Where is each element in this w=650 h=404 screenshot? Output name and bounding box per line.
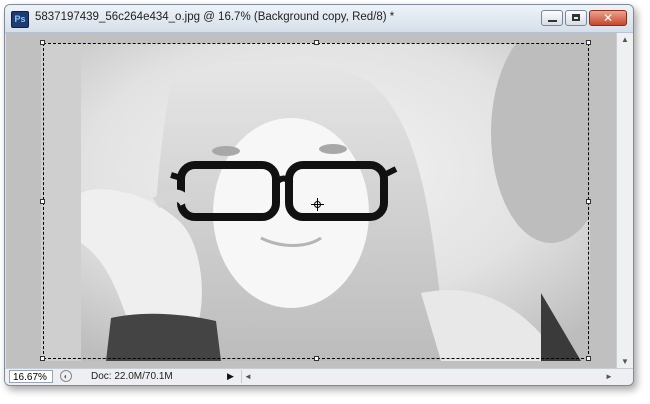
transform-handle[interactable]: [586, 356, 591, 361]
transform-handle[interactable]: [40, 356, 45, 361]
close-button[interactable]: ✕: [589, 10, 627, 26]
title-bar[interactable]: Ps 5837197439_56c264e434_o.jpg @ 16.7% (…: [5, 5, 633, 33]
scroll-up-icon[interactable]: ▲: [617, 33, 633, 47]
zoom-options-icon[interactable]: ◐: [60, 370, 72, 382]
document-size-info: Doc: 22.0M/70.1M: [91, 371, 173, 382]
horizontal-scrollbar[interactable]: ◄ ►: [241, 370, 615, 383]
transform-handle[interactable]: [40, 40, 45, 45]
transform-handle[interactable]: [314, 40, 319, 45]
document-canvas[interactable]: [6, 33, 616, 369]
minimize-icon: [548, 20, 557, 22]
document-window: Ps 5837197439_56c264e434_o.jpg @ 16.7% (…: [4, 4, 634, 386]
document-title: 5837197439_56c264e434_o.jpg @ 16.7% (Bac…: [35, 11, 395, 23]
transform-handle[interactable]: [586, 40, 591, 45]
close-icon: ✕: [602, 11, 614, 25]
maximize-icon: [572, 14, 580, 21]
transform-handle[interactable]: [40, 199, 45, 204]
crosshair-cursor-icon: [311, 198, 324, 211]
vertical-scrollbar[interactable]: ▲ ▼: [616, 33, 633, 369]
transform-handle[interactable]: [586, 199, 591, 204]
status-menu-play-icon[interactable]: ▶: [227, 371, 237, 382]
minimize-button[interactable]: [541, 10, 563, 26]
scroll-right-icon[interactable]: ►: [603, 370, 615, 383]
maximize-button[interactable]: [565, 10, 587, 26]
scroll-down-icon[interactable]: ▼: [617, 355, 633, 369]
photoshop-icon: Ps: [11, 11, 29, 28]
zoom-field[interactable]: 16.67%: [9, 370, 53, 383]
transform-handle[interactable]: [314, 356, 319, 361]
status-bar: 16.67% ◐ Doc: 22.0M/70.1M ▶ ◄ ►: [5, 368, 633, 385]
scroll-left-icon[interactable]: ◄: [242, 370, 254, 383]
